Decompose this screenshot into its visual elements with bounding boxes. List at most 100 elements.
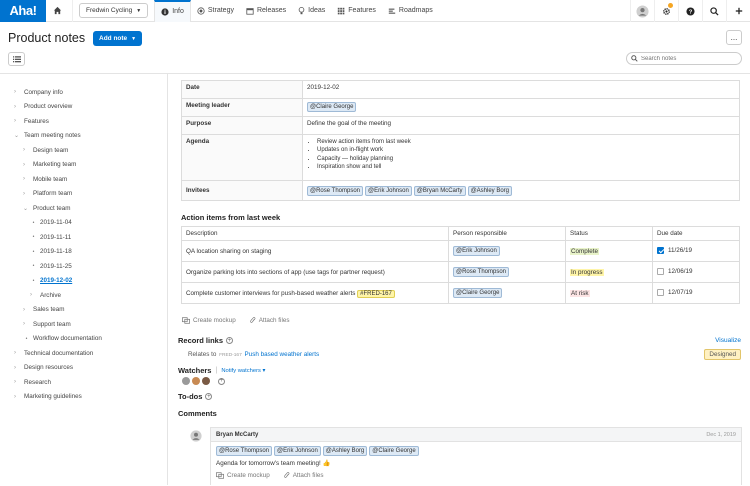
due-date: 12/06/19	[668, 268, 693, 276]
tab-ideas-label: Ideas	[308, 7, 326, 14]
sidebar-item[interactable]: › Design team	[0, 143, 167, 158]
mention-erik-johnson[interactable]: @Erik Johnson	[365, 185, 412, 196]
table-row: Invitees @Rose Thompson @Erik Johnson @Bry…	[181, 180, 740, 201]
user-avatar-button[interactable]	[630, 0, 654, 22]
create-mockup-button[interactable]: Create mockup	[216, 472, 270, 479]
add-note-button[interactable]: Add note ▼	[93, 31, 143, 46]
more-options-button[interactable]: ...	[726, 30, 742, 45]
sidebar-item[interactable]: • Workflow documentation	[0, 332, 167, 347]
mention-bryan-mccarty[interactable]: @Bryan McCarty	[413, 185, 466, 196]
status-in-progress[interactable]: In progress	[570, 268, 604, 276]
sidebar-item-label: 2019-11-18	[40, 248, 72, 256]
search-notes-input[interactable]	[641, 55, 736, 62]
due-checkbox[interactable]	[657, 289, 664, 297]
tab-ideas[interactable]: Ideas	[292, 0, 331, 22]
chevron-right-icon: ›	[23, 306, 25, 313]
tab-roadmaps[interactable]: Roadmaps	[382, 0, 439, 22]
settings-button[interactable]	[654, 0, 678, 22]
mention-claire-george[interactable]: @Claire George	[369, 446, 419, 456]
due-checkbox-checked[interactable]	[657, 247, 664, 255]
sidebar-item-label: Technical documentation	[24, 349, 94, 357]
mention-rose-thompson[interactable]: @Rose Thompson	[307, 185, 364, 196]
sidebar-item[interactable]: › Company info	[0, 85, 167, 100]
status-complete[interactable]: Complete	[570, 247, 599, 255]
sidebar-item[interactable]: › Technical documentation	[0, 346, 167, 361]
mention-erik-johnson[interactable]: @Erik Johnson	[274, 446, 321, 456]
avatar[interactable]	[182, 377, 190, 385]
tab-strategy[interactable]: Strategy	[191, 0, 240, 22]
mention-erik-johnson[interactable]: @Erik Johnson	[453, 246, 500, 256]
sidebar-item[interactable]: › Features	[0, 114, 167, 129]
purpose-value[interactable]: Define the goal of the meeting	[302, 116, 740, 135]
create-button[interactable]	[726, 0, 750, 22]
sidebar-item[interactable]: › Platform team	[0, 187, 167, 202]
mention-claire-george[interactable]: @Claire George	[453, 288, 503, 298]
sidebar-item[interactable]: › Archive	[0, 288, 167, 303]
avatar[interactable]	[202, 377, 210, 385]
action-description[interactable]: QA location sharing on staging	[181, 240, 449, 262]
info-icon	[161, 7, 169, 16]
attach-files-button[interactable]: Attach files	[283, 472, 324, 479]
chevron-right-icon: ›	[14, 379, 16, 386]
sidebar-item[interactable]: › Mobile team	[0, 172, 167, 187]
status-badge[interactable]: Designed	[704, 349, 741, 360]
sidebar-item-label: Team meeting notes	[24, 132, 81, 140]
list-view-button[interactable]	[8, 52, 25, 66]
sidebar-item[interactable]: ⌄ Team meeting notes	[0, 129, 167, 144]
tab-info[interactable]: Info	[154, 0, 191, 22]
add-watcher-icon[interactable]: +	[218, 377, 225, 385]
sidebar-item[interactable]: › Research	[0, 375, 167, 390]
sidebar-item-label: Marketing team	[33, 161, 77, 169]
home-button[interactable]	[46, 0, 73, 22]
sidebar-item[interactable]: • 2019-11-04	[0, 216, 167, 231]
list-item: Inspiration show and tell	[317, 163, 735, 171]
visualize-link[interactable]: Visualize	[715, 337, 741, 344]
mention-rose-thompson[interactable]: @Rose Thompson	[453, 267, 510, 277]
sidebar-item[interactable]: › Marketing guidelines	[0, 390, 167, 405]
table-row: Complete customer interviews for push-ba…	[181, 282, 740, 304]
notify-watchers-button[interactable]: Notify watchers ▾	[221, 368, 265, 374]
avatar[interactable]	[192, 377, 200, 385]
chevron-right-icon: ›	[23, 190, 25, 197]
record-link[interactable]: Push based weather alerts	[245, 351, 320, 358]
sidebar-item[interactable]: › Product overview	[0, 100, 167, 115]
date-value[interactable]: 2019-12-02	[302, 80, 740, 99]
add-todo-icon[interactable]: +	[205, 393, 213, 400]
status-at-risk[interactable]: At risk	[570, 289, 590, 297]
sidebar-item[interactable]: • 2019-11-18	[0, 245, 167, 260]
sidebar-item[interactable]: › Support team	[0, 317, 167, 332]
comment-date: Dec 1, 2019	[706, 432, 736, 438]
sidebar-item[interactable]: • 2019-12-02	[0, 274, 167, 289]
create-mockup-button[interactable]: Create mockup	[182, 317, 236, 324]
add-record-link-icon[interactable]: +	[226, 337, 234, 344]
sidebar-item[interactable]: • 2019-11-25	[0, 259, 167, 274]
due-checkbox[interactable]	[657, 268, 664, 276]
mention-ashley-borg[interactable]: @Ashley Borg	[322, 446, 368, 456]
sidebar-item[interactable]: › Marketing team	[0, 158, 167, 173]
sidebar-item[interactable]: • 2019-11-11	[0, 230, 167, 245]
record-tag[interactable]: #FRED-167	[357, 289, 395, 298]
global-search-button[interactable]	[702, 0, 726, 22]
mention-rose-thompson[interactable]: @Rose Thompson	[216, 446, 273, 456]
calendar-icon	[246, 7, 254, 15]
mention-claire-george[interactable]: @Claire George	[307, 102, 357, 112]
todos-header: To-dos +	[178, 392, 743, 401]
attach-files-button[interactable]: Attach files	[249, 317, 290, 324]
sidebar-item[interactable]: › Sales team	[0, 303, 167, 318]
comment-author[interactable]: Bryan McCarty	[216, 432, 258, 441]
workspace-selector[interactable]: Fredwin Cycling ▼	[79, 3, 149, 18]
mockup-icon	[216, 472, 224, 479]
sidebar-item-label: Archive	[40, 291, 61, 299]
column-person: Person responsible	[448, 226, 566, 241]
action-description[interactable]: Complete customer interviews for push-ba…	[186, 290, 355, 297]
tab-releases[interactable]: Releases	[240, 0, 292, 22]
tab-features[interactable]: Features	[331, 0, 382, 22]
aha-logo[interactable]: Aha!	[0, 0, 46, 22]
record-link-row: Relates to FRED-167 Push based weather a…	[178, 349, 741, 360]
sidebar-item[interactable]: › Design resources	[0, 361, 167, 376]
column-due-date: Due date	[652, 226, 740, 241]
help-button[interactable]: ?	[678, 0, 702, 22]
action-description[interactable]: Organize parking lots into sections of a…	[181, 261, 449, 283]
sidebar-item[interactable]: ⌄ Product team	[0, 201, 167, 216]
mention-ashley-borg[interactable]: @Ashley Borg	[467, 185, 513, 196]
